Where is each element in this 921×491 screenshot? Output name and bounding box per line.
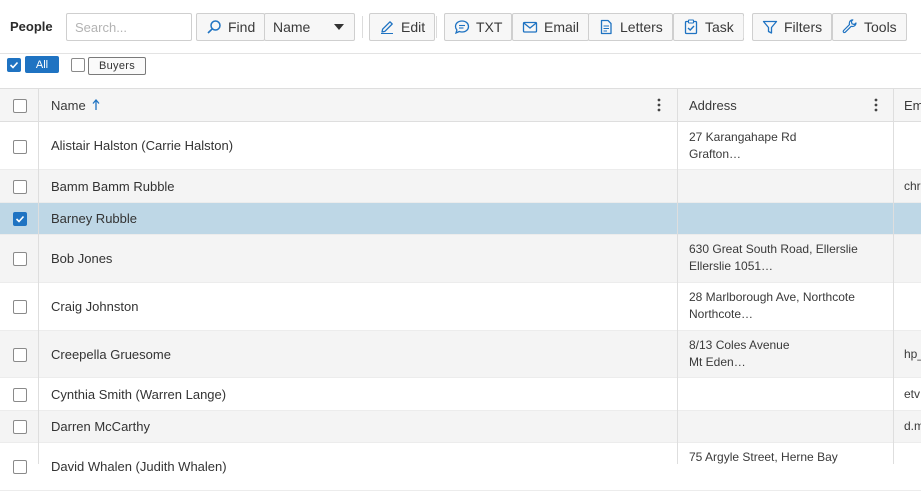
contact-email[interactable]: d.m [904,419,921,433]
grid-header: Name Address Em [0,88,921,122]
pencil-icon [379,19,395,35]
checkmark-icon [15,215,25,223]
contact-name[interactable]: Cynthia Smith (Warren Lange) [51,387,226,402]
row-checkbox[interactable] [13,388,27,402]
sort-ascending-icon[interactable] [92,99,100,111]
funnel-icon [762,19,778,35]
row-checkbox[interactable] [13,212,27,226]
all-filter-checkbox[interactable] [7,58,21,72]
buyers-filter-checkbox[interactable] [71,58,85,72]
row-checkbox[interactable] [13,140,27,154]
contact-name[interactable]: Bob Jones [51,251,112,266]
table-row[interactable]: Bob Jones 630 Great South Road, Ellersli… [0,235,921,283]
address-line-1: 630 Great South Road, Ellerslie [689,242,858,256]
toolbar: People Find Name Edit TXT Email [0,0,921,54]
row-checkbox[interactable] [13,252,27,266]
contact-address: 8/13 Coles Avenue Mt Eden… [689,337,790,371]
find-button[interactable]: Find [196,13,266,41]
email-button-label: Email [544,19,580,35]
find-button-label: Find [228,19,256,35]
table-row[interactable]: Darren McCarthy d.m [0,411,921,443]
table-row[interactable]: Creepella Gruesome 8/13 Coles Avenue Mt E… [0,331,921,378]
txt-button[interactable]: TXT [444,13,513,41]
address-line-2: Mt Eden… [689,355,746,369]
contact-address: 28 Marlborough Ave, Northcote Northcote… [689,289,855,323]
all-filter-tag[interactable]: All [25,56,59,73]
document-icon [598,19,614,35]
row-checkbox[interactable] [13,300,27,314]
table-row[interactable]: Bamm Bamm Rubble chr [0,170,921,203]
contact-name[interactable]: Craig Johnston [51,299,138,314]
page-title: People [10,19,53,34]
column-divider[interactable] [677,88,678,464]
column-menu-icon[interactable] [657,98,661,112]
address-line-1: 28 Marlborough Ave, Northcote [689,290,855,304]
contact-name[interactable]: Bamm Bamm Rubble [51,179,175,194]
contact-email[interactable]: chr [904,179,921,193]
column-menu-icon[interactable] [874,98,878,112]
email-button[interactable]: Email [512,13,590,41]
table-row[interactable]: Craig Johnston 28 Marlborough Ave, North… [0,283,921,331]
table-row-selected[interactable]: Barney Rubble [0,203,921,235]
address-line-1: 8/13 Coles Avenue [689,338,790,352]
toolbar-divider [362,16,363,38]
address-line-1: 75 Argyle Street, Herne Bay [689,450,838,464]
search-input[interactable] [66,13,192,41]
row-checkbox[interactable] [13,348,27,362]
row-checkbox[interactable] [13,180,27,194]
row-checkbox[interactable] [13,420,27,434]
address-line-2: Northcote… [689,307,754,321]
contact-name[interactable]: Alistair Halston (Carrie Halston) [51,138,233,153]
address-line-2: Ellerslie 1051… [689,259,774,273]
checkmark-icon [9,61,19,69]
edit-button-label: Edit [401,19,426,35]
task-button[interactable]: Task [673,13,744,41]
table-row[interactable]: Cynthia Smith (Warren Lange) etv [0,378,921,411]
caret-down-icon [334,24,344,30]
contact-address: 75 Argyle Street, Herne Bay [689,449,838,466]
tools-button[interactable]: Tools [832,13,907,41]
search-field-select[interactable]: Name [264,13,355,41]
letters-button-label: Letters [620,19,663,35]
task-button-label: Task [705,19,734,35]
edit-button[interactable]: Edit [369,13,436,41]
contact-address: 27 Karangahape Rd Grafton… [689,129,796,163]
contact-name[interactable]: Darren McCarthy [51,419,150,434]
buyers-filter-tag[interactable]: Buyers [88,57,146,75]
contact-email[interactable]: etv [904,387,920,401]
envelope-icon [522,19,538,35]
column-header-name[interactable]: Name [51,98,86,113]
letters-button[interactable]: Letters [588,13,673,41]
select-all-checkbox[interactable] [13,99,27,113]
wrench-icon [842,19,858,35]
column-header-address[interactable]: Address [689,98,737,113]
txt-button-label: TXT [476,19,503,35]
table-row[interactable]: Alistair Halston (Carrie Halston) 27 Kar… [0,122,921,170]
table-row[interactable]: David Whalen (Judith Whalen) 75 Argyle S… [0,443,921,491]
contact-name[interactable]: Barney Rubble [51,211,137,226]
contact-name[interactable]: David Whalen (Judith Whalen) [51,459,227,474]
contact-email[interactable]: hp_ [904,347,921,361]
column-divider [38,88,39,464]
row-checkbox[interactable] [13,460,27,474]
column-divider[interactable] [893,88,894,464]
filters-button[interactable]: Filters [752,13,833,41]
search-field-value: Name [273,19,311,35]
toolbar-divider [436,16,437,38]
filters-button-label: Filters [784,19,823,35]
address-line-2: Grafton… [689,147,742,161]
toolbar-divider [743,16,744,38]
address-line-1: 27 Karangahape Rd [689,130,797,144]
column-header-email[interactable]: Em [904,98,921,113]
clipboard-check-icon [683,19,699,35]
contact-address: 630 Great South Road, Ellerslie Ellerslie… [689,241,858,275]
chat-bubble-icon [454,19,470,35]
tools-button-label: Tools [864,19,897,35]
search-icon [206,19,222,35]
contact-name[interactable]: Creepella Gruesome [51,347,171,362]
